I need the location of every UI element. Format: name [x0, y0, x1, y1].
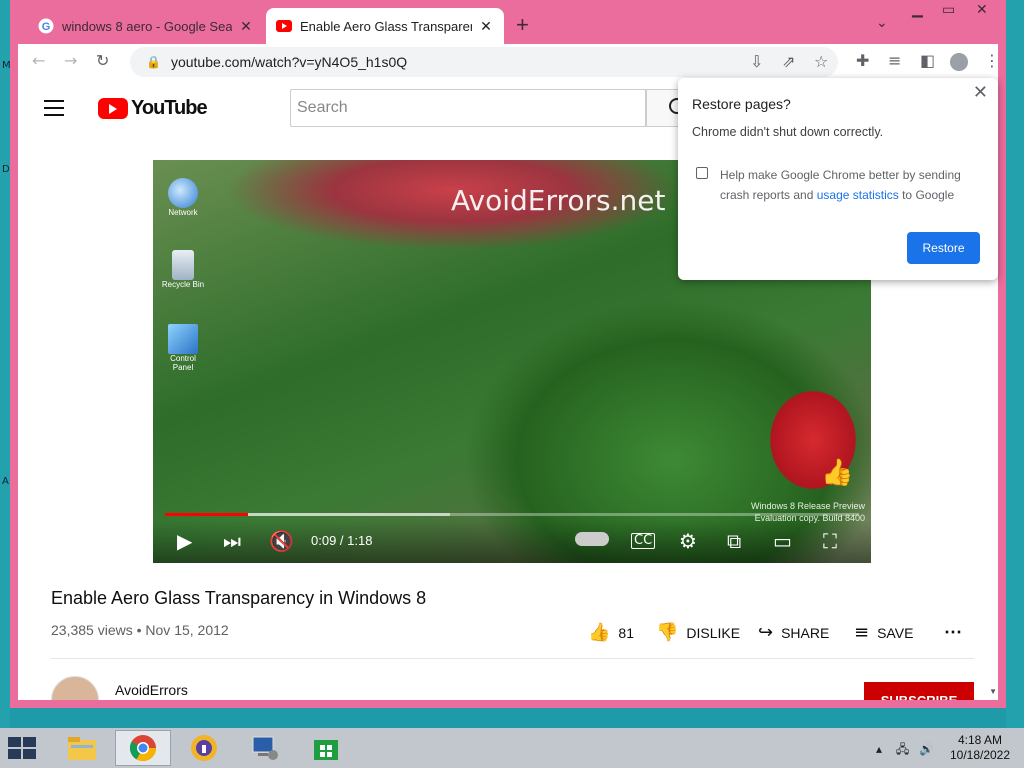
thumbs-up-overlay-icon: 👍: [821, 458, 854, 488]
search-input[interactable]: Search: [290, 89, 646, 127]
reload-icon[interactable]: ↻: [96, 52, 109, 70]
store-taskbar-icon[interactable]: [298, 730, 354, 766]
dialog-title: Restore pages?: [692, 96, 791, 112]
chevron-down-icon[interactable]: ⌄: [876, 14, 888, 31]
share-arrow-icon: ↪: [758, 622, 774, 643]
close-tab-icon[interactable]: ✕: [478, 18, 494, 35]
network-desktop-icon: Network: [161, 178, 205, 217]
hamburger-menu-icon[interactable]: [44, 100, 64, 116]
restore-pages-dialog: Restore pages? ✕ Chrome didn't shut down…: [678, 78, 998, 280]
autoplay-toggle[interactable]: [575, 532, 609, 546]
browser-toolbar: ← → ↻ 🔒 youtube.com/watch?v=yN4O5_h1s0Q …: [18, 44, 1000, 80]
thumbs-down-icon: 👎: [656, 622, 679, 643]
chrome-taskbar-icon[interactable]: [115, 730, 171, 766]
tab-google-search[interactable]: G windows 8 aero - Google Search ✕: [28, 8, 264, 44]
tab-strip: G windows 8 aero - Google Search ✕ Enabl…: [10, 0, 1006, 44]
desktop-right-edge: [1006, 0, 1024, 728]
like-button[interactable]: 👍 81: [588, 622, 634, 643]
maximize-icon[interactable]: ▭: [942, 2, 955, 18]
tab-youtube-video[interactable]: Enable Aero Glass Transparency in Window…: [266, 8, 504, 44]
captions-icon[interactable]: CC: [631, 533, 656, 549]
scroll-down-arrow-icon[interactable]: ▼: [989, 687, 997, 696]
save-button[interactable]: ≡ SAVE: [854, 622, 913, 643]
recycle-bin-desktop-icon: Recycle Bin: [161, 250, 205, 289]
mute-icon[interactable]: 🔇: [269, 530, 294, 552]
file-explorer-taskbar-icon[interactable]: [54, 730, 110, 766]
forward-icon[interactable]: →: [64, 52, 77, 70]
time-display: 0:09 / 1:18: [311, 533, 373, 548]
control-panel-desktop-icon: Control Panel: [161, 324, 205, 372]
windows-start-icon[interactable]: [8, 737, 38, 759]
profile-avatar-icon[interactable]: [950, 53, 968, 71]
tab-title: windows 8 aero - Google Search: [62, 18, 232, 34]
media-queue-icon[interactable]: ≡: [888, 52, 901, 70]
bookmark-star-icon[interactable]: ☆: [814, 53, 828, 71]
fullscreen-icon[interactable]: ⛶: [823, 530, 837, 552]
network-status-icon[interactable]: 🖧: [896, 742, 909, 756]
share-page-icon[interactable]: ⇗: [782, 53, 795, 71]
channel-avatar[interactable]: [51, 676, 99, 700]
usage-statistics-link[interactable]: usage statistics: [817, 188, 899, 202]
tab-title: Enable Aero Glass Transparency in Window…: [300, 18, 472, 34]
youtube-play-logo-icon: [98, 98, 128, 119]
meta-separator: •: [136, 622, 142, 638]
clock-date: 10/18/2022: [949, 748, 1011, 762]
new-tab-button[interactable]: +: [516, 14, 529, 36]
address-url: youtube.com/watch?v=yN4O5_h1s0Q: [170, 54, 408, 70]
more-actions-icon[interactable]: ⋯: [944, 622, 962, 643]
thumbs-up-icon: 👍: [588, 622, 611, 643]
close-window-icon[interactable]: ✕: [976, 2, 988, 18]
miniplayer-icon[interactable]: ⧉: [727, 530, 741, 552]
upload-date: Nov 15, 2012: [145, 622, 229, 638]
side-panel-icon[interactable]: ◧: [920, 52, 935, 70]
play-icon[interactable]: ▶: [177, 530, 192, 552]
address-bar[interactable]: 🔒 youtube.com/watch?v=yN4O5_h1s0Q ⇩ ⇗ ☆: [130, 47, 838, 77]
crash-report-checkbox[interactable]: [696, 167, 708, 179]
video-meta: 23,385 views • Nov 15, 2012: [51, 622, 229, 638]
view-count: 23,385 views: [51, 622, 133, 638]
player-controls: ▶ ⏭ 🔇 0:09 / 1:18 CC ⚙ ⧉ ▭ ⛶: [153, 520, 871, 563]
progress-played: [165, 513, 249, 516]
youtube-wordmark: YouTube: [131, 97, 208, 119]
progress-bar[interactable]: [165, 513, 859, 516]
clock-time: 4:18 AM: [957, 733, 1003, 747]
next-icon[interactable]: ⏭: [223, 530, 241, 552]
taskbar-clock[interactable]: 4:18 AM 10/18/2022: [944, 733, 1016, 763]
minimize-icon[interactable]: ▁: [912, 2, 923, 18]
dislike-button[interactable]: 👎 DISLIKE: [656, 622, 740, 643]
checkbox-label: Help make Google Chrome better by sendin…: [720, 168, 961, 202]
taskbar: ▴ 🖧 🔊 4:18 AM 10/18/2022: [0, 728, 1024, 768]
desktop-glyph: A: [2, 476, 9, 487]
divider: [51, 658, 974, 659]
install-icon[interactable]: ⇩: [750, 53, 763, 71]
google-g-icon: G: [38, 18, 54, 34]
desktop-left-edge: M D A: [0, 0, 11, 728]
security-app-taskbar-icon[interactable]: [176, 730, 232, 766]
lock-icon: 🔒: [146, 55, 161, 69]
dialog-message: Chrome didn't shut down correctly.: [692, 125, 884, 139]
back-icon[interactable]: ←: [32, 52, 45, 70]
share-button[interactable]: ↪ SHARE: [758, 622, 829, 643]
channel-name[interactable]: AvoidErrors: [115, 682, 188, 698]
volume-icon[interactable]: 🔊: [919, 742, 934, 756]
video-watermark: AvoidErrors.net: [451, 184, 666, 217]
youtube-icon: [276, 18, 292, 34]
browser-window: G windows 8 aero - Google Search ✕ Enabl…: [10, 0, 1006, 708]
desktop-glyph: D: [2, 164, 10, 175]
extensions-puzzle-icon[interactable]: ✚: [856, 52, 869, 70]
kebab-menu-icon[interactable]: ⋮: [984, 52, 1000, 70]
youtube-logo[interactable]: YouTube: [98, 97, 208, 120]
restore-button[interactable]: Restore: [907, 232, 980, 264]
playlist-add-icon: ≡: [854, 622, 870, 643]
network-app-taskbar-icon[interactable]: [237, 730, 293, 766]
settings-gear-icon[interactable]: ⚙: [679, 530, 697, 552]
svg-text:G: G: [42, 21, 51, 33]
subscribe-button[interactable]: SUBSCRIBE: [864, 682, 974, 700]
video-title: Enable Aero Glass Transparency in Window…: [51, 588, 427, 608]
system-tray: ▴ 🖧 🔊: [876, 740, 934, 761]
theater-mode-icon[interactable]: ▭: [773, 530, 792, 552]
tray-expand-icon[interactable]: ▴: [876, 742, 882, 756]
close-icon[interactable]: ✕: [973, 82, 988, 103]
close-tab-icon[interactable]: ✕: [238, 18, 254, 35]
